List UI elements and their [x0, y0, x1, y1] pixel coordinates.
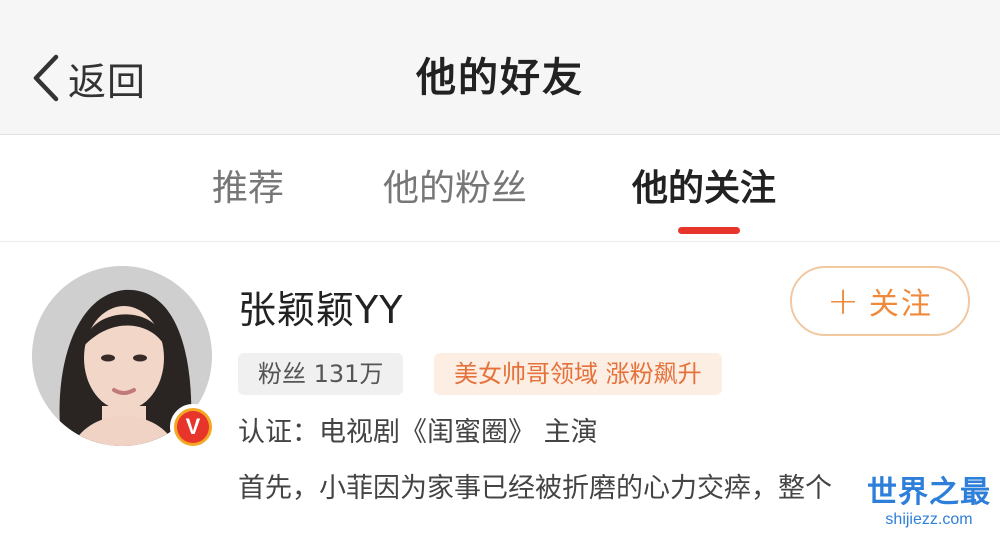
follow-button-label: 关注: [868, 287, 933, 322]
user-list-item[interactable]: V 张颖颖YY 粉丝 131万 美女帅哥领域 涨粉飙升 认证：电视剧《闺蜜圈》 …: [0, 243, 1000, 536]
follow-button[interactable]: + 关注: [790, 266, 970, 336]
category-tag-badge[interactable]: 美女帅哥领域 涨粉飙升: [434, 353, 722, 395]
watermark-url: shijiezz.com: [885, 511, 973, 528]
tab-bar: 推荐 他的粉丝 他的关注: [0, 136, 1000, 242]
certification-text: 认证：电视剧《闺蜜圈》 主演: [238, 417, 598, 448]
top-nav-bar: 返回 他的好友: [0, 0, 1000, 135]
tab-his-fans[interactable]: 他的粉丝: [383, 164, 527, 214]
avatar-container[interactable]: V: [32, 266, 216, 450]
verified-v-icon: V: [177, 411, 209, 443]
page-title: 他的好友: [416, 55, 584, 101]
user-description: 首先，小菲因为家事已经被折磨的心力交瘁，整个: [238, 473, 832, 504]
active-tab-indicator: [678, 227, 740, 234]
watermark-title: 世界之最: [867, 475, 991, 510]
fans-count-badge: 粉丝 131万: [238, 353, 404, 395]
verified-badge: V: [170, 404, 216, 450]
user-name[interactable]: 张颖颖YY: [238, 285, 403, 335]
plus-icon: +: [827, 279, 859, 323]
site-watermark: 世界之最 shijiezz.com: [862, 476, 996, 534]
tab-recommend[interactable]: 推荐: [212, 164, 284, 214]
tab-his-following[interactable]: 他的关注: [632, 164, 776, 214]
